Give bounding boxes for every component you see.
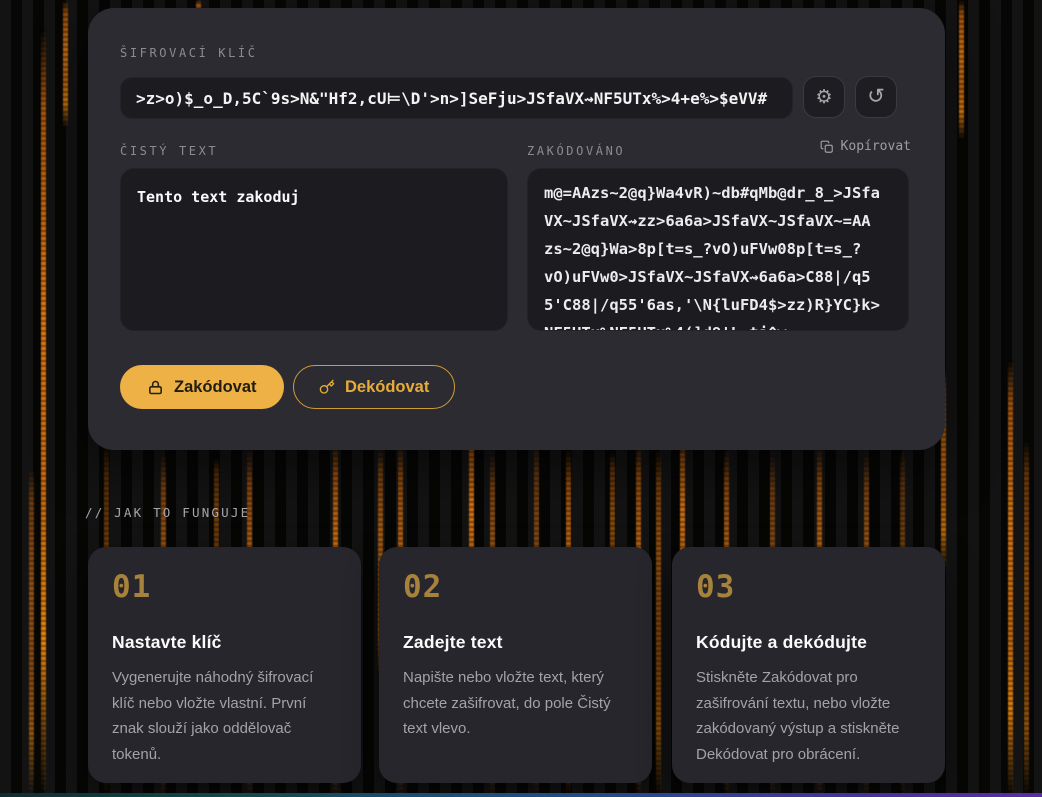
step-number: 01 bbox=[112, 569, 337, 605]
glow-stripe bbox=[656, 448, 661, 797]
step-title: Zadejte text bbox=[403, 632, 628, 653]
step-description: Napište nebo vložte text, který chcete z… bbox=[403, 665, 628, 742]
step-title: Kódujte a dekódujte bbox=[696, 632, 921, 653]
cipher-panel: ŠIFROVACÍ KLÍČ ⚙ ↺ ČISTÝ TEXT ZAKÓDOVÁNO… bbox=[88, 8, 945, 450]
refresh-icon: ↺ bbox=[867, 86, 885, 107]
bottom-accent-line bbox=[0, 793, 1042, 797]
glow-stripe bbox=[959, 0, 964, 140]
plain-text-label: ČISTÝ TEXT bbox=[120, 144, 218, 158]
encoded-output: m@=AAzs~2@q}Wa4vR)~db#qMb@dr_8_>JSfa VX~… bbox=[527, 168, 909, 331]
gear-icon: ⚙ bbox=[815, 88, 832, 107]
settings-button[interactable]: ⚙ bbox=[803, 76, 845, 118]
regenerate-key-button[interactable]: ↺ bbox=[855, 76, 897, 118]
glow-stripe bbox=[1024, 440, 1029, 797]
step-number: 02 bbox=[403, 569, 628, 605]
lock-icon bbox=[147, 379, 164, 396]
copy-icon bbox=[820, 140, 834, 154]
step-number: 03 bbox=[696, 569, 921, 605]
cipher-key-input[interactable] bbox=[120, 77, 793, 119]
encoded-output-label: ZAKÓDOVÁNO bbox=[527, 144, 625, 158]
step-description: Vygenerujte náhodný šifrovací klíč nebo … bbox=[112, 665, 337, 767]
app-root: ŠIFROVACÍ KLÍČ ⚙ ↺ ČISTÝ TEXT ZAKÓDOVÁNO… bbox=[0, 0, 1042, 797]
how-it-works-heading: // JAK TO FUNGUJE bbox=[85, 505, 250, 520]
encode-button-label: Zakódovat bbox=[174, 378, 257, 397]
step-title: Nastavte klíč bbox=[112, 632, 337, 653]
copy-button-label: Kopírovat bbox=[841, 139, 911, 154]
glow-stripe bbox=[29, 468, 34, 797]
cipher-key-label: ŠIFROVACÍ KLÍČ bbox=[120, 46, 258, 60]
key-icon bbox=[319, 379, 335, 395]
glow-stripe bbox=[41, 28, 46, 797]
step-card-3: 03 Kódujte a dekódujte Stiskněte Zakódov… bbox=[672, 547, 945, 783]
decode-button-label: Dekódovat bbox=[345, 378, 429, 397]
decode-button[interactable]: Dekódovat bbox=[293, 365, 455, 409]
copy-button[interactable]: Kopírovat bbox=[820, 139, 911, 154]
step-description: Stiskněte Zakódovat pro zašifrování text… bbox=[696, 665, 921, 767]
glow-stripe bbox=[63, 0, 68, 128]
step-card-2: 02 Zadejte text Napište nebo vložte text… bbox=[379, 547, 652, 783]
plain-text-area[interactable]: Tento text zakoduj bbox=[120, 168, 508, 331]
encode-button[interactable]: Zakódovat bbox=[120, 365, 284, 409]
glow-stripe bbox=[1008, 360, 1013, 797]
step-card-1: 01 Nastavte klíč Vygenerujte náhodný šif… bbox=[88, 547, 361, 783]
